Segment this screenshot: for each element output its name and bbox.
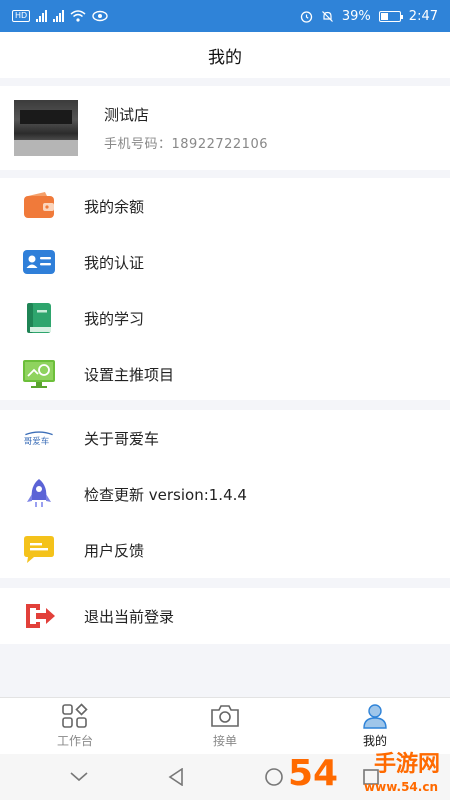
tab-label-orders: 接单 [212, 734, 237, 748]
store-name: 测试店 [104, 106, 150, 124]
wifi-icon [70, 10, 86, 22]
battery-percent: 39% [341, 8, 371, 24]
menu-item-about[interactable]: 哥爱车 关于哥爱车 [0, 410, 450, 466]
menu-label-update: 检查更新 version:1.4.4 [84, 485, 247, 504]
tab-label-workbench: 工作台 [56, 734, 93, 748]
status-right: 39% 2:47 [300, 9, 438, 24]
wallet-icon [22, 189, 56, 223]
chat-bubble-icon [22, 533, 56, 567]
menu-label-balance: 我的余额 [84, 197, 145, 216]
site-watermark: 54 手游网 www.54.cn [286, 746, 446, 798]
tab-workbench[interactable]: 工作台 [0, 698, 150, 754]
page-title: 我的 [208, 47, 242, 68]
clock-time: 2:47 [408, 8, 438, 24]
status-bar: HD 39% 2:47 [0, 0, 450, 32]
user-icon [363, 704, 387, 729]
grid-icon [62, 703, 88, 728]
profile-card[interactable]: 测试店 手机号码：18922722106 [0, 86, 450, 170]
eye-icon [92, 10, 108, 22]
camera-icon [211, 705, 239, 727]
menu-label-certification: 我的认证 [84, 253, 145, 272]
menu-label-main-project: 设置主推项目 [84, 365, 175, 384]
tab-orders[interactable]: 接单 [150, 698, 300, 754]
menu-group-account: 我的余额 我的认证 我的学习 设置主推项目 [0, 178, 450, 400]
profile-info: 测试店 手机号码：18922722106 [104, 104, 268, 152]
menu-item-update[interactable]: 检查更新 version:1.4.4 [0, 466, 450, 522]
menu-label-feedback: 用户反馈 [84, 541, 145, 560]
menu-item-feedback[interactable]: 用户反馈 [0, 522, 450, 578]
brand-logo-text: 哥爱车 [24, 436, 50, 447]
battery-icon [378, 10, 403, 22]
back-triangle-icon [168, 768, 184, 786]
menu-group-session: 退出当前登录 [0, 588, 450, 644]
store-avatar [14, 100, 78, 156]
watermark-number: 54 [288, 753, 339, 794]
brand-logo-icon: 哥爱车 [22, 421, 56, 455]
hd-badge: HD [12, 10, 31, 22]
watermark-url: www.54.cn [364, 780, 438, 794]
menu-label-logout: 退出当前登录 [84, 607, 175, 626]
monitor-icon [22, 357, 56, 391]
home-circle-icon [264, 768, 283, 786]
signal-icon [36, 10, 48, 22]
chevron-down-icon [70, 772, 88, 782]
status-left: HD [12, 10, 108, 22]
id-card-icon [22, 245, 56, 279]
menu-group-app: 哥爱车 关于哥爱车 检查更新 version:1.4.4 用户反馈 [0, 410, 450, 578]
mute-bell-icon [321, 10, 333, 22]
menu-item-logout[interactable]: 退出当前登录 [0, 588, 450, 644]
hide-keyboard-button[interactable] [59, 762, 99, 792]
watermark-text: 手游网 [373, 752, 440, 777]
menu-item-certification[interactable]: 我的认证 [0, 234, 450, 290]
back-button[interactable] [156, 762, 196, 792]
menu-label-about: 关于哥爱车 [84, 429, 160, 448]
menu-label-study: 我的学习 [84, 309, 145, 328]
menu-item-balance[interactable]: 我的余额 [0, 178, 450, 234]
alarm-icon [300, 10, 313, 23]
rocket-icon [22, 477, 56, 511]
menu-item-study[interactable]: 我的学习 [0, 290, 450, 346]
logout-icon [22, 599, 56, 633]
signal-icon-2 [53, 10, 65, 22]
book-icon [22, 301, 56, 335]
phone-number: 手机号码：18922722106 [104, 137, 268, 152]
page-header: 我的 [0, 32, 450, 78]
menu-item-main-project[interactable]: 设置主推项目 [0, 346, 450, 402]
